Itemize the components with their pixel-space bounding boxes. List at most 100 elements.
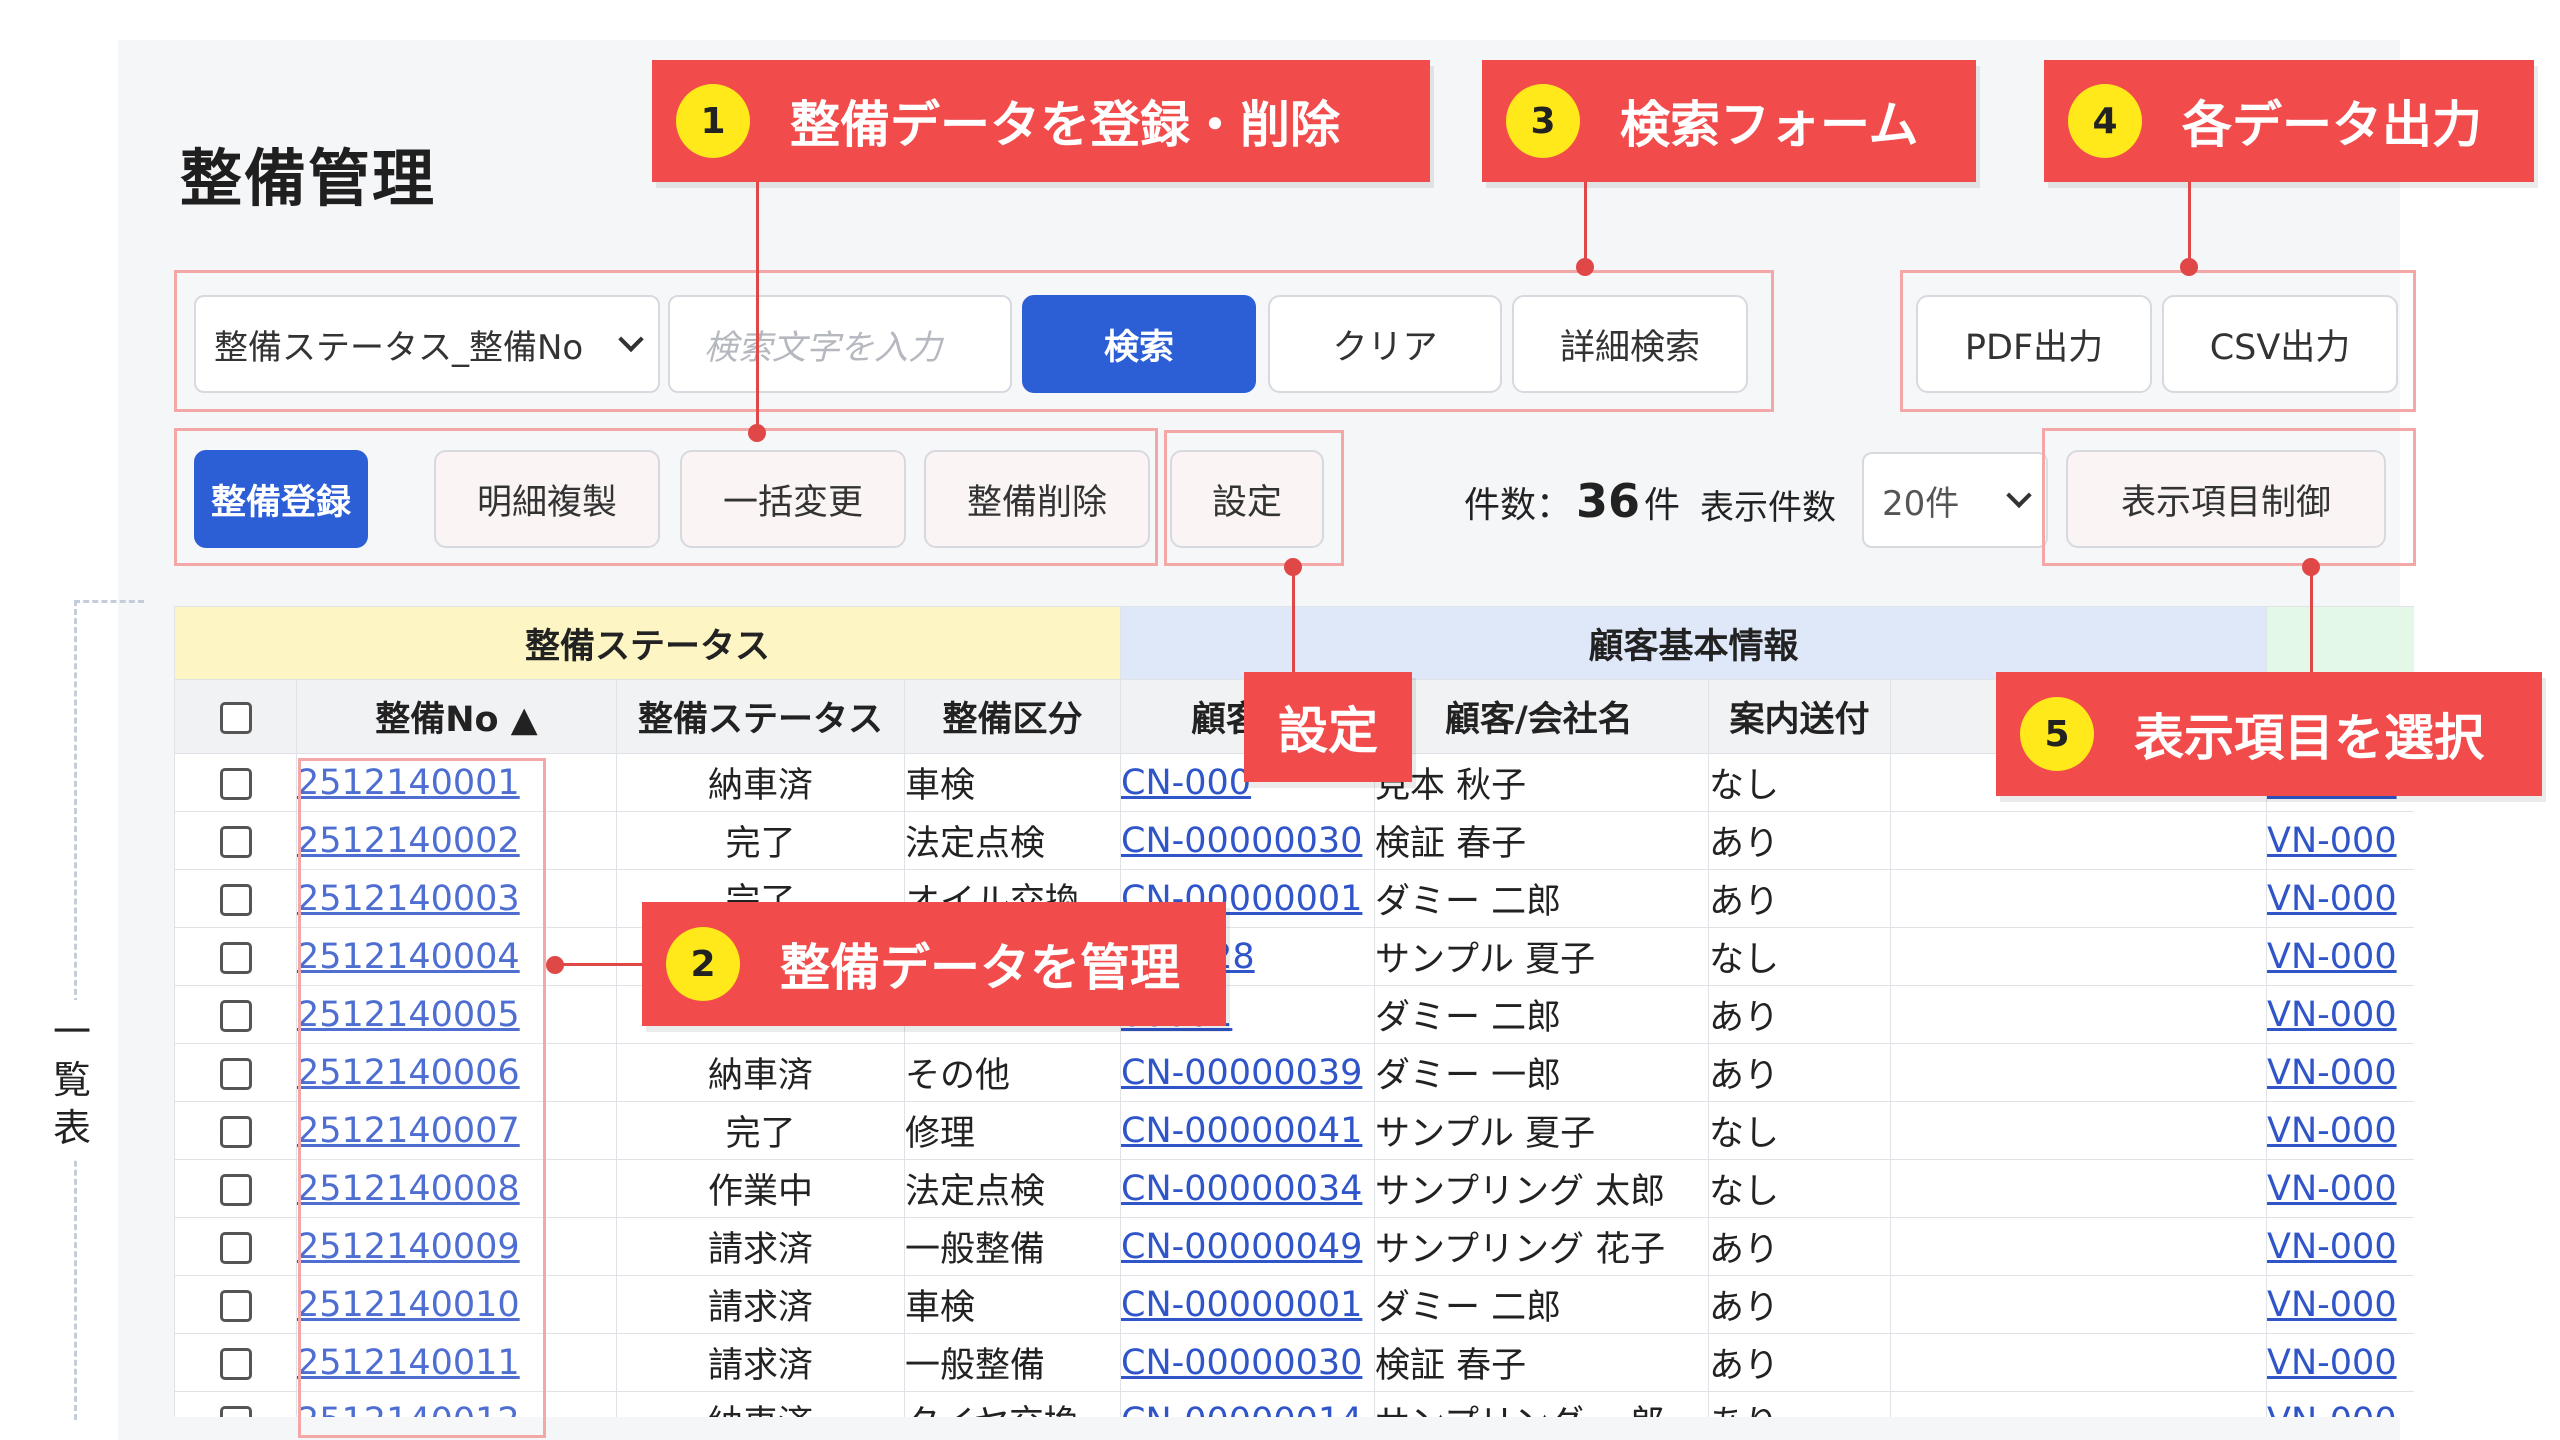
column-header-status[interactable]: 整備ステータス (616, 679, 905, 754)
customer-no-link[interactable]: CN-00000001 (1122, 1285, 1363, 1325)
customer-name-cell: ダミー 二郎 (1375, 882, 1562, 922)
vehicle-no-link[interactable]: VN-000 (2268, 1343, 2397, 1383)
customer-name-cell: サンプリング 花子 (1374, 1217, 1710, 1276)
vehicle-no-link[interactable]: VN-000 (2268, 1401, 2397, 1418)
advanced-search-button[interactable]: 詳細検索 (1512, 295, 1748, 393)
vehicle-no-link[interactable]: VN-000 (2268, 1169, 2397, 1209)
select-all-checkbox[interactable] (219, 701, 252, 734)
row-checkbox[interactable] (219, 1289, 252, 1322)
vehicle-no-link[interactable]: VN-000 (2268, 1227, 2397, 1267)
callout-text-5: 表示項目を選択 (2134, 709, 2484, 767)
status-cell: 作業中 (707, 1172, 813, 1212)
row-checkbox[interactable] (219, 941, 252, 974)
column-control-button[interactable]: 表示項目制御 (2066, 450, 2386, 548)
vehicle-no-link[interactable]: VN-000 (2268, 1285, 2397, 1325)
notice-cell: あり (1708, 1043, 1892, 1102)
notice-cell: なし (1709, 1114, 1780, 1154)
status-cell: 納車済 (707, 1056, 813, 1096)
search-button[interactable]: 検索 (1022, 295, 1256, 393)
column-header-customer-name[interactable]: 顧客/会社名 (1374, 679, 1710, 754)
row-checkbox[interactable] (219, 883, 252, 916)
callout-badge-2: 2 (666, 927, 740, 1001)
callout-1-dot (748, 424, 766, 442)
type-cell: 車検 (905, 766, 976, 806)
customer-name-cell: 検証 春子 (1375, 1346, 1527, 1386)
customer-no-link[interactable]: CN-00000030 (1122, 1343, 1363, 1383)
pdf-export-button[interactable]: PDF出力 (1916, 295, 2152, 393)
callout-badge-1: 1 (676, 84, 750, 158)
status-cell: 完了 (616, 1101, 905, 1160)
search-field-select[interactable]: 整備ステータス_整備No (194, 295, 660, 393)
status-cell: 請求済 (616, 1275, 905, 1334)
row-checkbox[interactable] (219, 1173, 252, 1206)
vehicle-no-cell: VN-000 (2266, 1217, 2414, 1276)
register-button[interactable]: 整備登録 (194, 450, 368, 548)
vehicle-no-link[interactable]: VN-000 (2268, 821, 2397, 861)
notice-cell: あり (1709, 1288, 1780, 1328)
customer-name-cell: サンプル 夏子 (1374, 1101, 1710, 1160)
blank-cell (1890, 811, 2268, 870)
customer-no-link[interactable]: CN-00000039 (1122, 1053, 1363, 1093)
callout-4-dot (2180, 258, 2198, 276)
customer-no-link[interactable]: CN-00000041 (1122, 1111, 1363, 1151)
record-count: 件数： 36 件 (1464, 474, 1680, 528)
row-checkbox[interactable] (219, 1347, 252, 1380)
duplicate-button[interactable]: 明細複製 (434, 450, 660, 548)
customer-name-cell: 見本 秋子 (1374, 753, 1710, 812)
customer-no-link[interactable]: CN-00000030 (1122, 821, 1363, 861)
search-input[interactable]: 検索文字を入力 (668, 295, 1012, 393)
vehicle-no-link[interactable]: VN-000 (2268, 879, 2397, 919)
customer-no-link[interactable]: CN-00000014 (1122, 1401, 1363, 1418)
notice-cell: なし (1708, 927, 1892, 986)
row-select-cell (174, 1333, 297, 1392)
delete-button[interactable]: 整備削除 (924, 450, 1150, 548)
customer-no-cell: CN-00000039 (1120, 1043, 1376, 1102)
customer-name-cell: ダミー 二郎 (1374, 985, 1710, 1044)
row-checkbox[interactable] (219, 999, 252, 1032)
blank-cell (1890, 927, 2268, 986)
row-select-cell (174, 1275, 297, 1334)
clear-button[interactable]: クリア (1268, 295, 1502, 393)
row-checkbox[interactable] (219, 825, 252, 858)
column-header-notice[interactable]: 案内送付 (1708, 679, 1892, 754)
notice-cell: あり (1709, 1230, 1780, 1270)
per-page-select[interactable]: 20件 (1862, 452, 2048, 548)
row-checkbox[interactable] (219, 1115, 252, 1148)
notice-cell: なし (1708, 1159, 1892, 1218)
customer-name-cell: サンプリング 太郎 (1374, 1159, 1710, 1218)
row-select-cell (174, 927, 297, 986)
settings-button[interactable]: 設定 (1170, 450, 1324, 548)
row-checkbox[interactable] (219, 1405, 252, 1417)
callout-register-delete: 1 整備データを登録・削除 (652, 60, 1430, 182)
blank-cell (1890, 869, 2268, 928)
type-cell: 修理 (905, 1114, 976, 1154)
column-header-no[interactable]: 整備No ▲ (296, 679, 617, 754)
row-checkbox[interactable] (219, 1057, 252, 1090)
bulk-change-button[interactable]: 一括変更 (680, 450, 906, 548)
callout-settings-dot (1284, 558, 1302, 576)
notice-cell: あり (1708, 1391, 1892, 1417)
chevron-down-icon (618, 326, 644, 353)
vehicle-no-link[interactable]: VN-000 (2268, 937, 2397, 977)
per-page-select-value: 20件 (1882, 483, 1960, 524)
status-cell: 完了 (725, 1114, 796, 1154)
customer-no-link[interactable]: CN-000 (1122, 763, 1252, 803)
customer-name-cell: 検証 春子 (1375, 824, 1527, 864)
customer-no-link[interactable]: CN-00000049 (1122, 1227, 1363, 1267)
list-bracket-top (74, 600, 144, 603)
status-cell: 納車済 (616, 1391, 905, 1417)
callout-manage-data: 2 整備データを管理 (642, 902, 1226, 1026)
notice-cell: あり (1709, 1346, 1780, 1386)
row-checkbox[interactable] (219, 767, 252, 800)
column-header-type[interactable]: 整備区分 (903, 679, 1122, 754)
notice-cell: あり (1708, 1217, 1892, 1276)
callout-settings: 設定 (1244, 672, 1412, 782)
vehicle-no-link[interactable]: VN-000 (2268, 995, 2397, 1035)
customer-no-link[interactable]: CN-00000034 (1122, 1169, 1363, 1209)
notice-cell: あり (1708, 1275, 1892, 1334)
vehicle-no-link[interactable]: VN-000 (2268, 1111, 2397, 1151)
row-select-cell (174, 1391, 297, 1417)
csv-export-button[interactable]: CSV出力 (2162, 295, 2398, 393)
vehicle-no-link[interactable]: VN-000 (2268, 1053, 2397, 1093)
row-checkbox[interactable] (219, 1231, 252, 1264)
